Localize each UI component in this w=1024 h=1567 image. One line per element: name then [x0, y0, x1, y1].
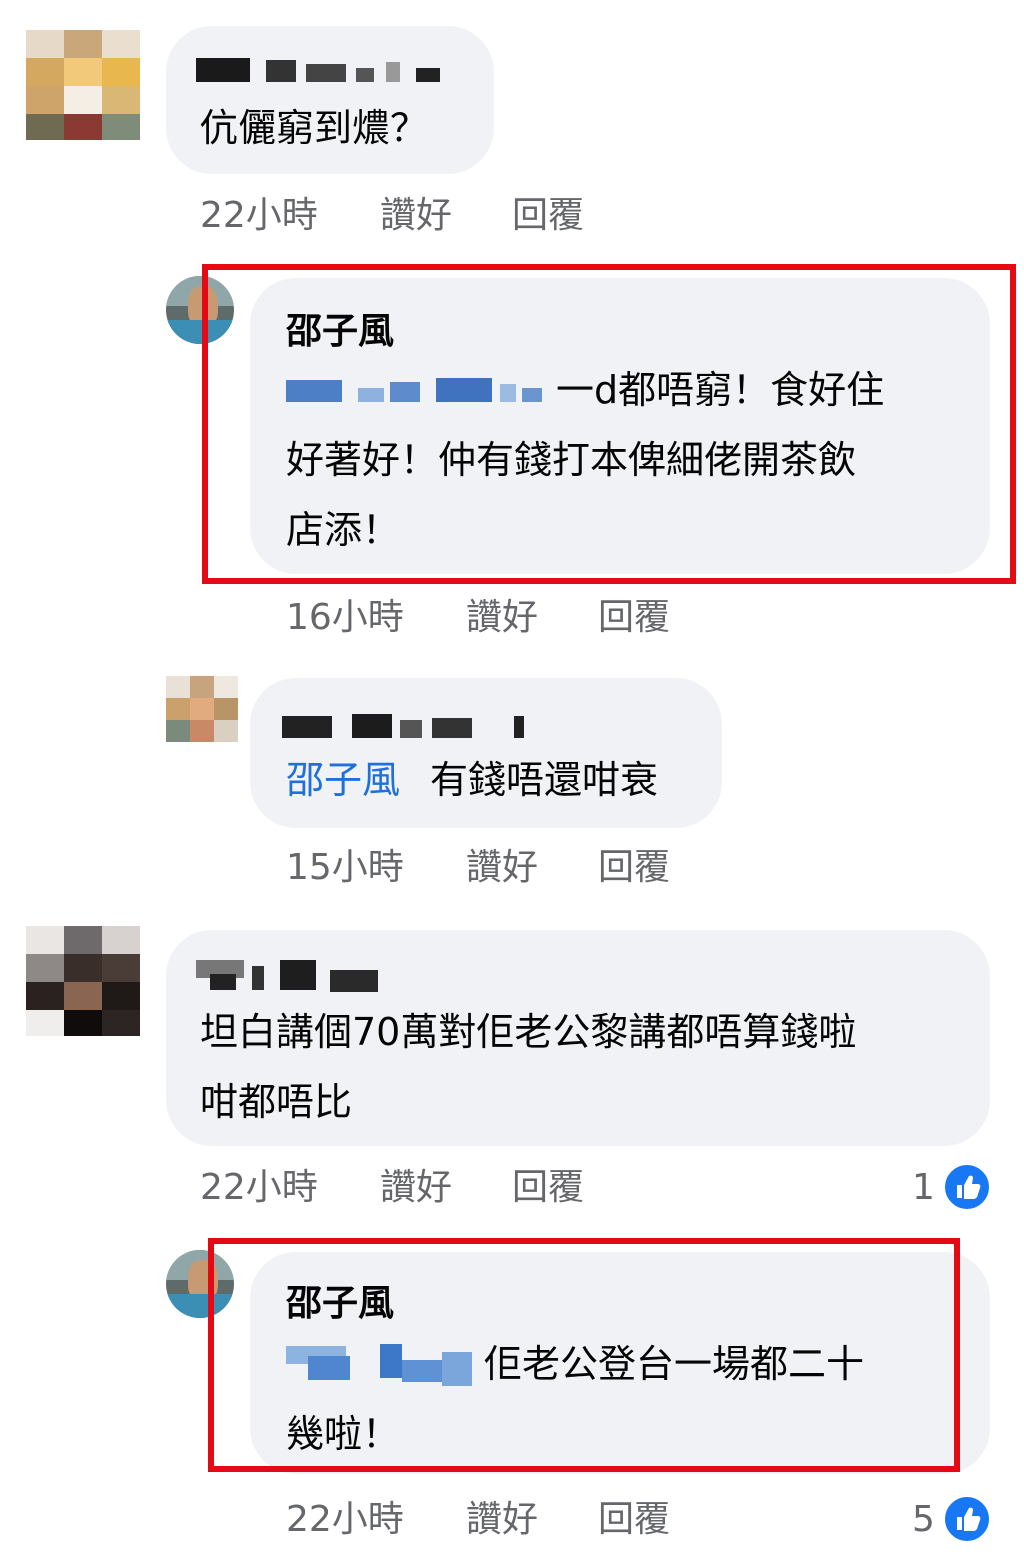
reply-button[interactable]: 回覆	[598, 846, 670, 890]
timestamp[interactable]: 22小時	[200, 1166, 318, 1210]
like-button[interactable]: 讚好	[380, 194, 452, 238]
timestamp[interactable]: 15小時	[286, 846, 404, 890]
comment-text: 伉儷窮到燶？	[200, 106, 429, 150]
timestamp[interactable]: 22小時	[286, 1498, 404, 1542]
highlight-box	[202, 264, 1016, 584]
avatar[interactable]	[26, 30, 140, 140]
comment-text: 咁都唔比	[200, 1080, 353, 1124]
like-button[interactable]: 讚好	[380, 1166, 452, 1210]
comment-meta: 16小時 讚好 回覆	[286, 596, 706, 640]
reaction-count[interactable]: 1	[912, 1166, 935, 1210]
timestamp[interactable]: 22小時	[200, 194, 318, 238]
comment-text: 坦白講個70萬對佢老公黎講都唔算錢啦	[200, 1010, 857, 1054]
mention-link[interactable]: 邵子風	[286, 746, 400, 814]
comment-meta: 22小時 讚好 回覆	[200, 1166, 620, 1210]
redacted-name	[282, 712, 542, 740]
reply-button[interactable]: 回覆	[598, 1498, 670, 1542]
reply-button[interactable]: 回覆	[512, 194, 584, 238]
thumbs-up-icon[interactable]	[942, 1162, 992, 1212]
like-button[interactable]: 讚好	[466, 846, 538, 890]
timestamp[interactable]: 16小時	[286, 596, 404, 640]
like-button[interactable]: 讚好	[466, 1498, 538, 1542]
comment-meta: 15小時 讚好 回覆	[286, 846, 706, 890]
comment-text: 有錢唔還咁衰	[430, 758, 659, 802]
redacted-name	[196, 58, 446, 84]
reply-button[interactable]: 回覆	[598, 596, 670, 640]
highlight-box	[208, 1238, 960, 1472]
avatar[interactable]	[166, 676, 238, 742]
reply-button[interactable]: 回覆	[512, 1166, 584, 1210]
redacted-name	[196, 960, 386, 992]
comment-meta: 22小時 讚好 回覆	[286, 1498, 706, 1542]
avatar[interactable]	[26, 926, 140, 1036]
like-button[interactable]: 讚好	[466, 596, 538, 640]
thumbs-up-icon[interactable]	[942, 1494, 992, 1544]
reaction-count[interactable]: 5	[912, 1498, 935, 1542]
comment-meta: 22小時 讚好 回覆	[200, 194, 620, 238]
